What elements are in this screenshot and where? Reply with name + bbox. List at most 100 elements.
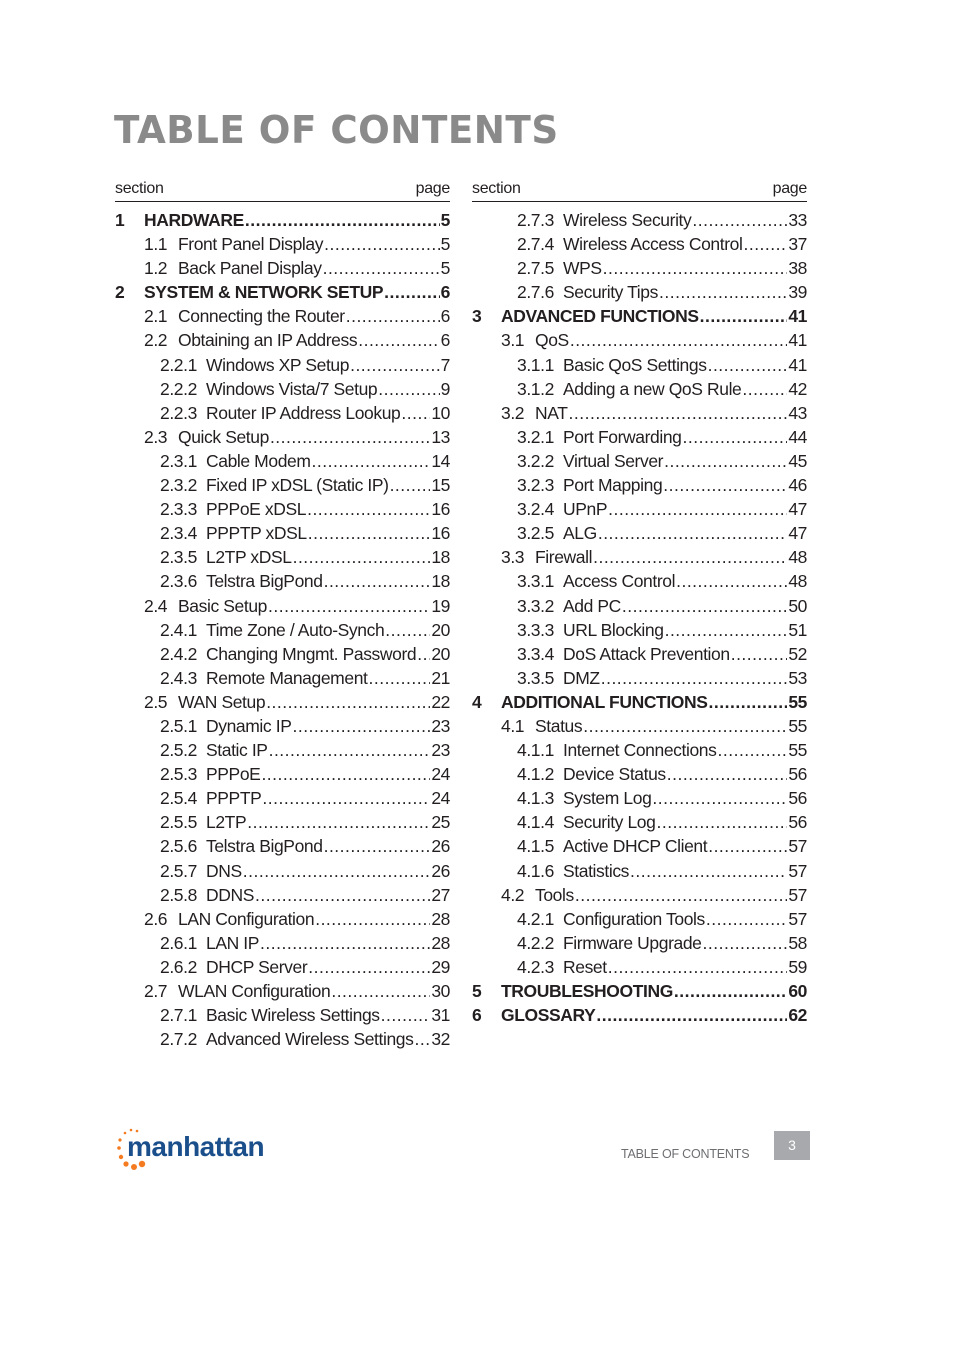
leader-dots	[308, 523, 431, 544]
leader-dots	[731, 644, 788, 665]
page-number: 32	[431, 1029, 450, 1050]
toc-entry[interactable]: 2.5.8 DDNS 27	[115, 885, 450, 909]
page-number: 13	[431, 426, 450, 447]
toc-entry[interactable]: 3.2.3 Port Mapping 46	[472, 475, 807, 499]
toc-entry[interactable]: 2.5.1 Dynamic IP 23	[115, 716, 450, 740]
toc-entry[interactable]: 3.3.4 DoS Attack Prevention 52	[472, 644, 807, 668]
toc-entry[interactable]: 2.6.2 DHCP Server 29	[115, 957, 450, 981]
toc-entry[interactable]: 2.7 WLAN Configuration 30	[115, 981, 450, 1005]
toc-entry[interactable]: 4.2 Tools 57	[472, 885, 807, 909]
section-title: Advanced Wireless Settings	[206, 1029, 414, 1050]
toc-entry[interactable]: 4.1.4 Security Log 56	[472, 812, 807, 836]
toc-entry[interactable]: 2.7.6 Security Tips 39	[472, 282, 807, 306]
toc-entry[interactable]: 1.1 Front Panel Display 5	[115, 234, 450, 258]
toc-entry[interactable]: 2.7.2 Advanced Wireless Settings 32	[115, 1029, 450, 1053]
section-title: Status	[535, 715, 583, 736]
toc-entry[interactable]: 2.3.1 Cable Modem 14	[115, 451, 450, 475]
toc-entry[interactable]: 3 ADVANCED FUNCTIONS 41	[472, 306, 807, 330]
toc-entry[interactable]: 1.2 Back Panel Display 5	[115, 258, 450, 282]
toc-entry[interactable]: 4.1.1 Internet Connections 55	[472, 740, 807, 764]
toc-entry[interactable]: 3.3.2 Add PC 50	[472, 596, 807, 620]
leader-dots	[293, 547, 431, 568]
leader-dots	[575, 885, 787, 906]
section-title: ADVANCED FUNCTIONS	[501, 306, 699, 327]
toc-entry[interactable]: 3.3.3 URL Blocking 51	[472, 620, 807, 644]
toc-entry[interactable]: 2.4.2 Changing Mngmt. Password 20	[115, 644, 450, 668]
toc-entry[interactable]: 4 ADDITIONAL FUNCTIONS 55	[472, 692, 807, 716]
toc-entry[interactable]: 2.5.5 L2TP 25	[115, 812, 450, 836]
toc-entry[interactable]: 4.1.2 Device Status 56	[472, 764, 807, 788]
section-number: 2.5.3	[160, 764, 197, 785]
toc-entry[interactable]: 3.3.5 DMZ 53	[472, 668, 807, 692]
section-title: ALG	[563, 523, 597, 544]
toc-entry[interactable]: 3.3.1 Access Control 48	[472, 571, 807, 595]
toc-entry[interactable]: 3.3 Firewall 48	[472, 547, 807, 571]
toc-entry[interactable]: 6 GLOSSARY 62	[472, 1005, 807, 1029]
toc-entry[interactable]: 2.3.5 L2TP xDSL 18	[115, 547, 450, 571]
toc-entry[interactable]: 2.4 Basic Setup 19	[115, 596, 450, 620]
section-number: 2.5.7	[160, 860, 197, 881]
toc-entry[interactable]: 2.5.7 DNS 26	[115, 861, 450, 885]
toc-entry[interactable]: 2.1 Connecting the Router 6	[115, 306, 450, 330]
page-number: 27	[431, 884, 450, 905]
toc-entry[interactable]: 4.1.6 Statistics 57	[472, 861, 807, 885]
logo-dots-icon: manhattan	[117, 1128, 265, 1170]
leader-dots	[676, 571, 787, 592]
toc-entry[interactable]: 2.5 WAN Setup 22	[115, 692, 450, 716]
toc-entry[interactable]: 2.6 LAN Configuration 28	[115, 909, 450, 933]
toc-entry[interactable]: 2.7.4 Wireless Access Control 37	[472, 234, 807, 258]
toc-entry[interactable]: 2.3.6 Telstra BigPond 18	[115, 571, 450, 595]
toc-entry[interactable]: 2.5.3 PPPoE 24	[115, 764, 450, 788]
toc-entry[interactable]: 2.5.4 PPPTP 24	[115, 788, 450, 812]
toc-entry[interactable]: 2.2.2 Windows Vista/7 Setup 9	[115, 379, 450, 403]
toc-entry[interactable]: 2.5.2 Static IP 23	[115, 740, 450, 764]
toc-entry[interactable]: 2.7.5 WPS 38	[472, 258, 807, 282]
toc-entry[interactable]: 3.1.1 Basic QoS Settings 41	[472, 355, 807, 379]
page-number: 15	[431, 475, 450, 496]
toc-entry[interactable]: 2.2.3 Router IP Address Lookup 10	[115, 403, 450, 427]
section-title: Telstra BigPond	[206, 571, 323, 592]
toc-entry[interactable]: 3.1.2 Adding a new QoS Rule 42	[472, 379, 807, 403]
toc-entry[interactable]: 4.1 Status 55	[472, 716, 807, 740]
toc-entry[interactable]: 2.3.4 PPPTP xDSL 16	[115, 523, 450, 547]
toc-entry[interactable]: 3.2.5 ALG 47	[472, 523, 807, 547]
section-number: 2.6	[144, 908, 168, 929]
toc-entry[interactable]: 2.3.2 Fixed IP xDSL (Static IP) 15	[115, 475, 450, 499]
toc-entry[interactable]: 2.7.3 Wireless Security 33	[472, 210, 807, 234]
section-number: 2.7.4	[517, 234, 554, 255]
section-number: 2.3.5	[160, 547, 197, 568]
toc-entry[interactable]: 2.2 Obtaining an IP Address 6	[115, 330, 450, 354]
toc-entry[interactable]: 2.7.1 Basic Wireless Settings 31	[115, 1005, 450, 1029]
section-title: WPS	[563, 258, 602, 279]
section-header: section	[115, 180, 164, 197]
toc-entry[interactable]: 2 SYSTEM & NETWORK SETUP 6	[115, 282, 450, 306]
toc-entry[interactable]: 4.2.1 Configuration Tools 57	[472, 909, 807, 933]
toc-entry[interactable]: 2.5.6 Telstra BigPond 26	[115, 836, 450, 860]
toc-entry[interactable]: 3.2.1 Port Forwarding 44	[472, 427, 807, 451]
toc-entry[interactable]: 4.1.5 Active DHCP Client 57	[472, 836, 807, 860]
toc-entry[interactable]: 3.1 QoS 41	[472, 330, 807, 354]
section-title: Internet Connections	[563, 740, 717, 761]
leader-dots	[414, 1029, 430, 1050]
toc-entry[interactable]: 2.2.1 Windows XP Setup 7	[115, 355, 450, 379]
toc-entry[interactable]: 2.4.1 Time Zone / Auto-Synch 20	[115, 620, 450, 644]
toc-entry[interactable]: 2.6.1 LAN IP 28	[115, 933, 450, 957]
section-number: 2.5.5	[160, 812, 197, 833]
toc-entry[interactable]: 3.2.2 Virtual Server 45	[472, 451, 807, 475]
toc-entry[interactable]: 4.2.2 Firmware Upgrade 58	[472, 933, 807, 957]
leader-dots	[700, 306, 788, 327]
toc-entry[interactable]: 4.2.3 Reset 59	[472, 957, 807, 981]
toc-entry[interactable]: 2.3 Quick Setup 13	[115, 427, 450, 451]
leader-dots	[596, 1005, 787, 1026]
toc-entry[interactable]: 4.1.3 System Log 56	[472, 788, 807, 812]
page-number: 26	[431, 860, 450, 881]
leader-dots	[742, 379, 787, 400]
toc-entry[interactable]: 3.2.4 UPnP 47	[472, 499, 807, 523]
toc-entry[interactable]: 5 TROUBLESHOOTING 60	[472, 981, 807, 1005]
toc-entry[interactable]: 3.2 NAT 43	[472, 403, 807, 427]
toc-list: 2.7.3 Wireless Security 33 2.7.4 Wireless Ac…	[472, 210, 807, 1029]
toc-entry[interactable]: 2.3.3 PPPoE xDSL 16	[115, 499, 450, 523]
toc-entry[interactable]: 1 HARDWARE 5	[115, 210, 450, 234]
leader-dots	[663, 475, 787, 496]
toc-entry[interactable]: 2.4.3 Remote Management 21	[115, 668, 450, 692]
